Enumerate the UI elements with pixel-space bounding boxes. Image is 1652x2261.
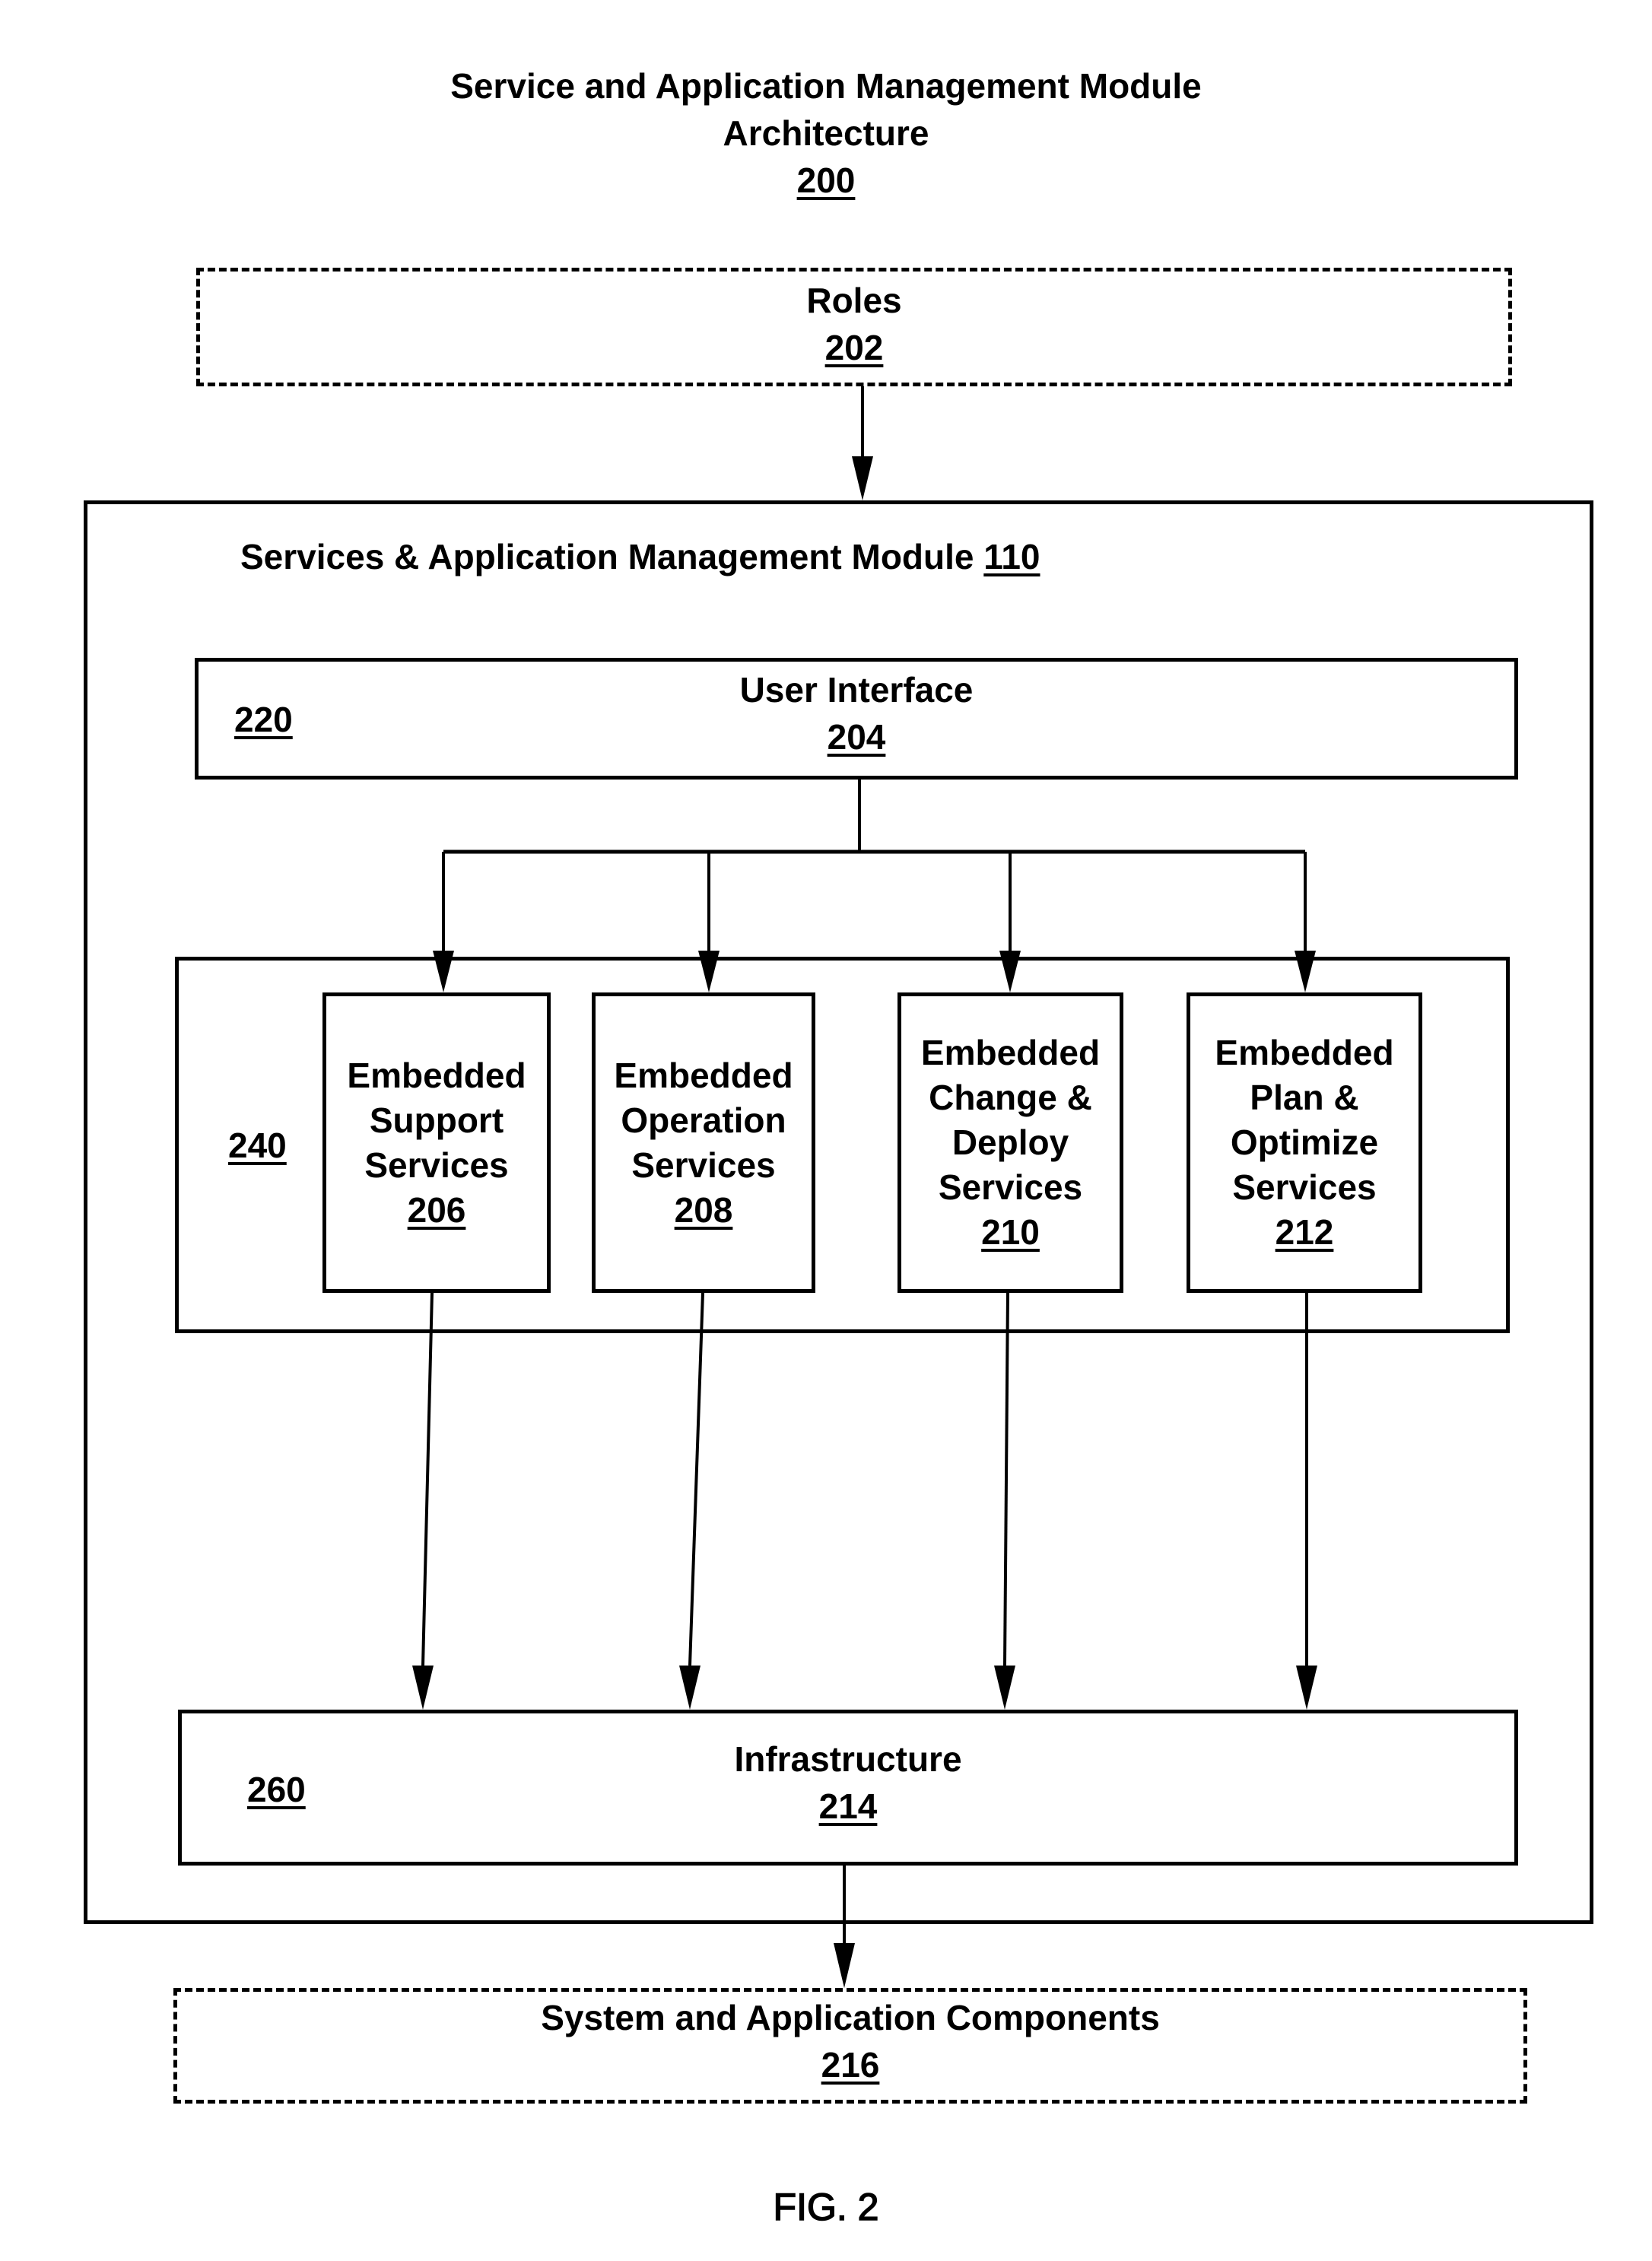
connector-206-to-infra [421,1292,434,1666]
arrowhead-to-206 [433,951,454,992]
connectors [412,386,1317,1988]
arrowhead-208-to-infra [679,1666,701,1710]
arrowhead-to-208 [698,951,720,992]
arrowhead-infra-to-components [834,1943,855,1988]
arrowhead-212-to-infra [1296,1666,1317,1710]
arrowhead-to-210 [999,951,1021,992]
arrowhead-to-212 [1295,951,1316,992]
arrowhead-roles-to-module [852,456,873,500]
arrowhead-206-to-infra [412,1666,434,1710]
connector-208-to-infra [688,1292,704,1666]
connector-210-to-infra [1003,1292,1009,1666]
arrowhead-210-to-infra [994,1666,1015,1710]
